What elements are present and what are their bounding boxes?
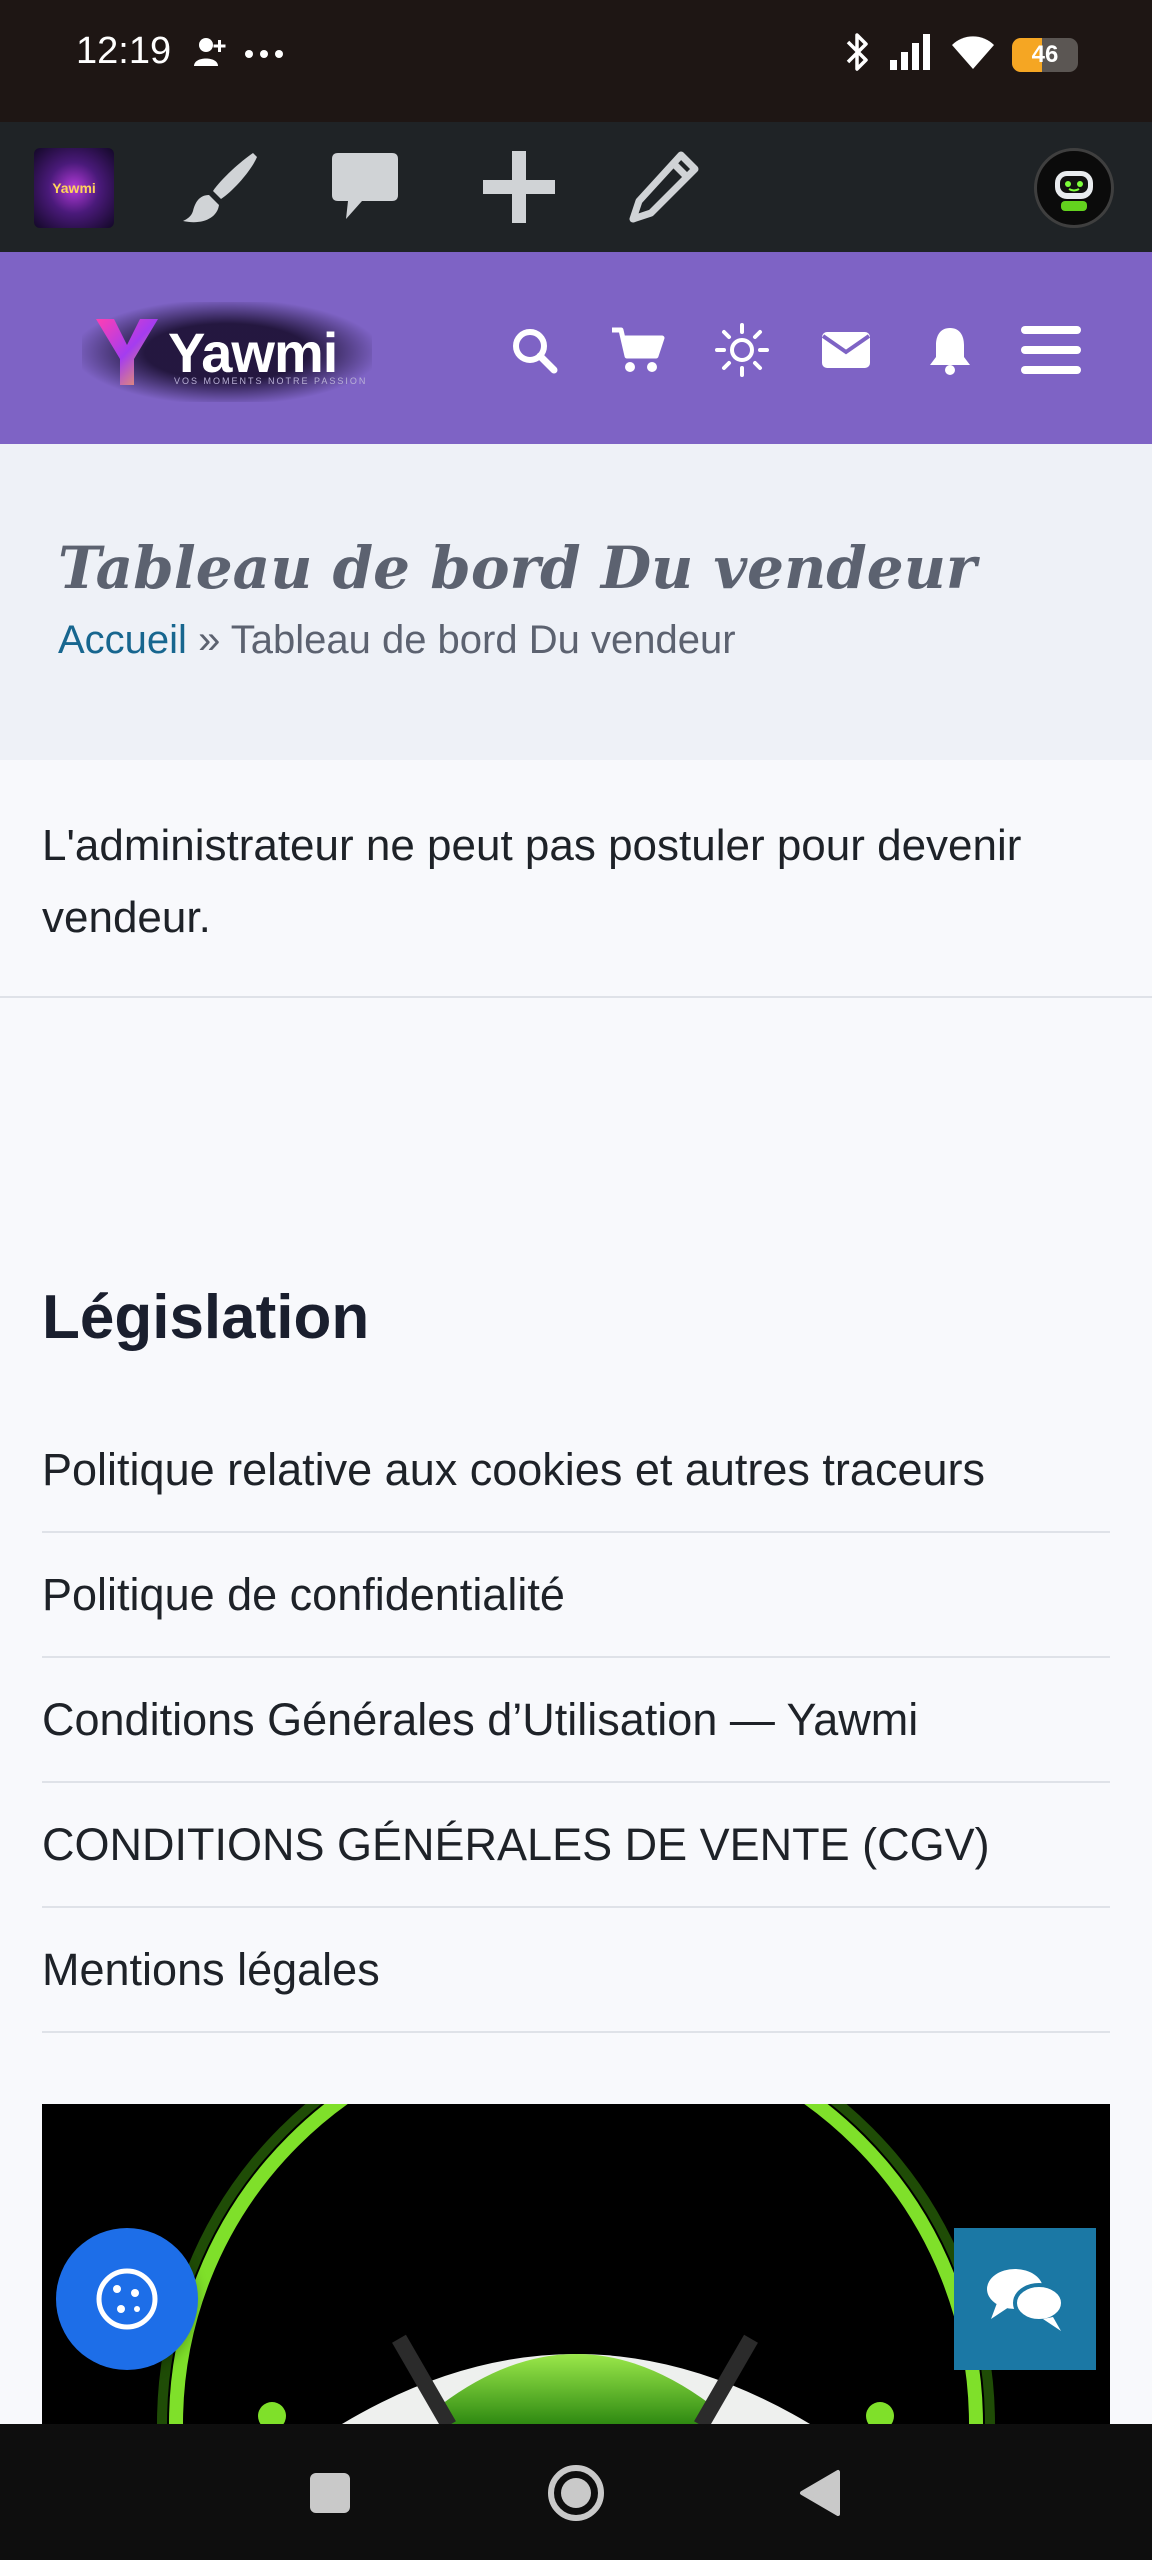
list-item: Politique de confidentialité [42,1533,1110,1658]
admin-site-logo[interactable]: Yawmi [34,148,114,228]
list-item: Conditions Générales d’Utilisation — Yaw… [42,1658,1110,1783]
breadcrumb-home-link[interactable]: Accueil [58,618,187,662]
site-logo[interactable]: Yawmi VOS MOMENTS NOTRE PASSION [82,302,372,402]
person-add-icon [192,36,228,73]
back-triangle-icon [800,2470,840,2516]
breadcrumb: Accueil » Tableau de bord Du vendeur [58,618,736,663]
home-circle-icon [548,2465,604,2521]
wifi-icon [950,33,996,76]
breadcrumb-separator: » [198,618,221,662]
robot-avatar-icon[interactable] [1034,148,1114,228]
admin-logo-text: Yawmi [52,180,96,196]
cookies-policy-link[interactable]: Politique relative aux cookies et autres… [42,1444,985,1496]
pencil-icon[interactable] [620,144,706,230]
plus-icon[interactable] [476,144,562,230]
admin-notice-text: L'administrateur ne peut pas postuler po… [42,821,1022,942]
sun-icon[interactable] [690,318,794,382]
list-item: Mentions légales [42,1908,1110,2033]
status-bar: 12:19 46 [0,0,1152,122]
privacy-policy-link[interactable]: Politique de confidentialité [42,1569,565,1621]
logo-text: Yawmi [168,320,338,384]
legal-notice-link[interactable]: Mentions légales [42,1944,380,1996]
robot-banner-image [42,2104,1110,2424]
status-right-icons: 46 [844,30,1078,79]
status-time: 12:19 [76,30,172,72]
menu-icon[interactable] [1002,318,1082,382]
chat-button[interactable] [954,2228,1096,2370]
brush-icon[interactable] [178,144,264,230]
home-button[interactable] [526,2448,626,2538]
breadcrumb-current: Tableau de bord Du vendeur [230,618,736,662]
admin-bar: Yawmi [0,122,1152,252]
terms-of-sale-link[interactable]: CONDITIONS GÉNÉRALES DE VENTE (CGV) [42,1819,990,1871]
recent-apps-button[interactable] [280,2448,380,2538]
bluetooth-icon [844,30,872,79]
cookie-settings-button[interactable] [56,2228,198,2370]
logo-tagline: VOS MOMENTS NOTRE PASSION [174,376,368,386]
legislation-heading: Législation [42,1283,370,1352]
mail-icon[interactable] [794,318,898,382]
cart-icon[interactable] [586,318,690,382]
battery-level: 46 [1031,40,1059,68]
legislation-list: Politique relative aux cookies et autres… [42,1408,1110,2033]
notice-section: L'administrateur ne peut pas postuler po… [0,760,1152,998]
cookie-icon [96,2268,158,2330]
page-title: Tableau de bord Du vendeur [58,534,977,602]
chat-bubbles-icon [987,2269,1065,2331]
back-button[interactable] [770,2448,870,2538]
signal-icon [888,32,934,77]
list-item: Politique relative aux cookies et autres… [42,1408,1110,1533]
site-header: Yawmi VOS MOMENTS NOTRE PASSION [0,252,1152,444]
more-dots-icon [244,46,284,64]
bell-icon[interactable] [898,318,1002,382]
screen: { "status_bar": { "time": "12:19", "batt… [0,0,1152,2560]
status-left-icons [192,36,284,73]
square-icon [310,2473,350,2513]
comment-icon[interactable] [322,144,408,230]
list-item: CONDITIONS GÉNÉRALES DE VENTE (CGV) [42,1783,1110,1908]
search-icon[interactable] [482,318,586,382]
header-icons [482,318,1082,382]
page-title-section: Tableau de bord Du vendeur Accueil » Tab… [0,444,1152,760]
terms-of-use-link[interactable]: Conditions Générales d’Utilisation — Yaw… [42,1694,918,1746]
system-nav-bar [0,2424,1152,2560]
yawmi-y-icon [96,319,158,385]
battery-icon: 46 [1012,37,1078,72]
